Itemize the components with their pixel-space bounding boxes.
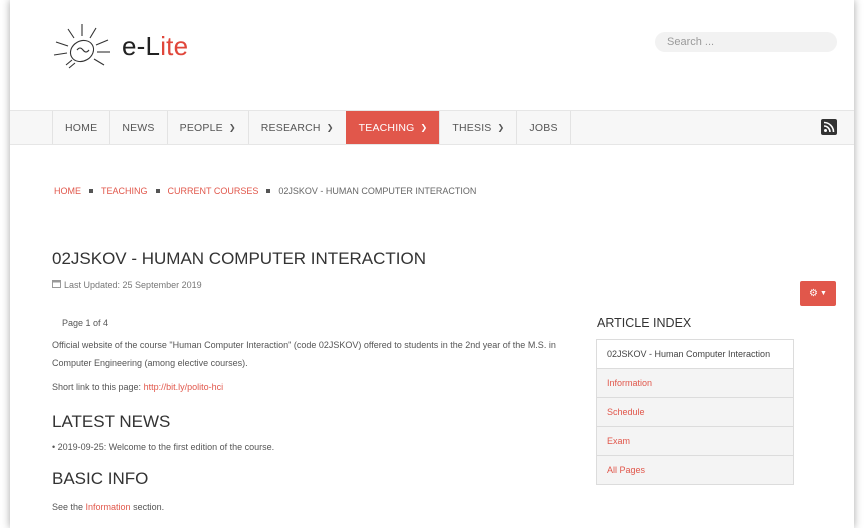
- breadcrumb-separator: [89, 189, 93, 193]
- article-index-item-exam[interactable]: Exam: [597, 426, 793, 455]
- nav-item-research[interactable]: RESEARCH ❯: [247, 111, 346, 144]
- course-intro: Official website of the course "Human Co…: [52, 340, 556, 368]
- chevron-down-icon: ❯: [497, 123, 505, 132]
- article-index-item-schedule[interactable]: Schedule: [597, 397, 793, 426]
- chevron-down-icon: ❯: [228, 123, 236, 132]
- information-link[interactable]: Information: [86, 502, 131, 512]
- article-index-item-current[interactable]: 02JSKOV - Human Computer Interaction: [597, 340, 793, 368]
- breadcrumb: HOME TEACHING CURRENT COURSES 02JSKOV - …: [54, 186, 476, 196]
- main-nav: HOME NEWS PEOPLE ❯ RESEARCH ❯ TEACHING ❯ TH…: [52, 111, 571, 144]
- page-title: 02JSKOV - HUMAN COMPUTER INTERACTION: [52, 249, 427, 268]
- list-item: • 2019-09-25: Welcome to the first editi…: [52, 442, 275, 452]
- basic-info-heading: BASIC INFO: [52, 469, 149, 488]
- short-link-url[interactable]: http://bit.ly/polito-hci: [144, 382, 224, 392]
- page-counter: Page 1 of 4: [62, 318, 109, 328]
- site-logo[interactable]: e-Lite: [52, 20, 188, 72]
- nav-item-home[interactable]: HOME: [52, 111, 109, 144]
- breadcrumb-separator: [266, 189, 271, 193]
- last-updated: Last Updated: 25 September 2019: [52, 279, 202, 290]
- see-information: See the Information section.: [52, 502, 165, 512]
- nav-item-people[interactable]: PEOPLE ❯: [166, 111, 248, 144]
- breadcrumb-separator: [155, 189, 160, 193]
- nav-item-teaching[interactable]: TEACHING ❯: [345, 111, 440, 144]
- chevron-down-icon: ❯: [326, 123, 334, 132]
- short-link: Short link to this page: http://bit.ly/p…: [52, 382, 224, 392]
- breadcrumb-current-courses[interactable]: CURRENT COURSES: [168, 186, 259, 196]
- chevron-down-icon: ❯: [420, 123, 428, 132]
- nav-item-news[interactable]: NEWS: [109, 111, 166, 144]
- breadcrumb-current: 02JSKOV - HUMAN COMPUTER INTERACTION: [278, 186, 477, 196]
- caret-down-icon: ▼: [820, 290, 827, 297]
- logo-text: e-Lite: [122, 30, 189, 61]
- article-index-title: ARTICLE INDEX: [597, 316, 692, 330]
- nav-item-jobs[interactable]: JOBS: [516, 111, 571, 144]
- breadcrumb-teaching[interactable]: TEACHING: [101, 186, 148, 196]
- lightbulb-logo-icon: [53, 24, 110, 69]
- breadcrumb-home[interactable]: HOME: [54, 186, 81, 196]
- gear-icon: ⚙: [809, 288, 819, 299]
- latest-news-heading: LATEST NEWS: [52, 412, 171, 431]
- main-navbar: HOME NEWS PEOPLE ❯ RESEARCH ❯ TEACHING ❯ TH…: [10, 110, 854, 145]
- calendar-icon: [52, 279, 61, 290]
- article-tools-button[interactable]: ⚙ ▼: [800, 281, 836, 306]
- article-index-item-all-pages[interactable]: All Pages: [597, 455, 793, 484]
- nav-item-thesis[interactable]: THESIS ❯: [439, 111, 516, 144]
- search-input[interactable]: [655, 32, 837, 52]
- page-frame: e-Lite HOME NEWS PEOPLE❯ RESEARCH❯ TEACH…: [10, 0, 854, 528]
- article-index: 02JSKOV - Human Computer Interaction Inf…: [596, 339, 794, 485]
- rss-icon[interactable]: [821, 119, 837, 135]
- article-index-item-information[interactable]: Information: [597, 368, 793, 397]
